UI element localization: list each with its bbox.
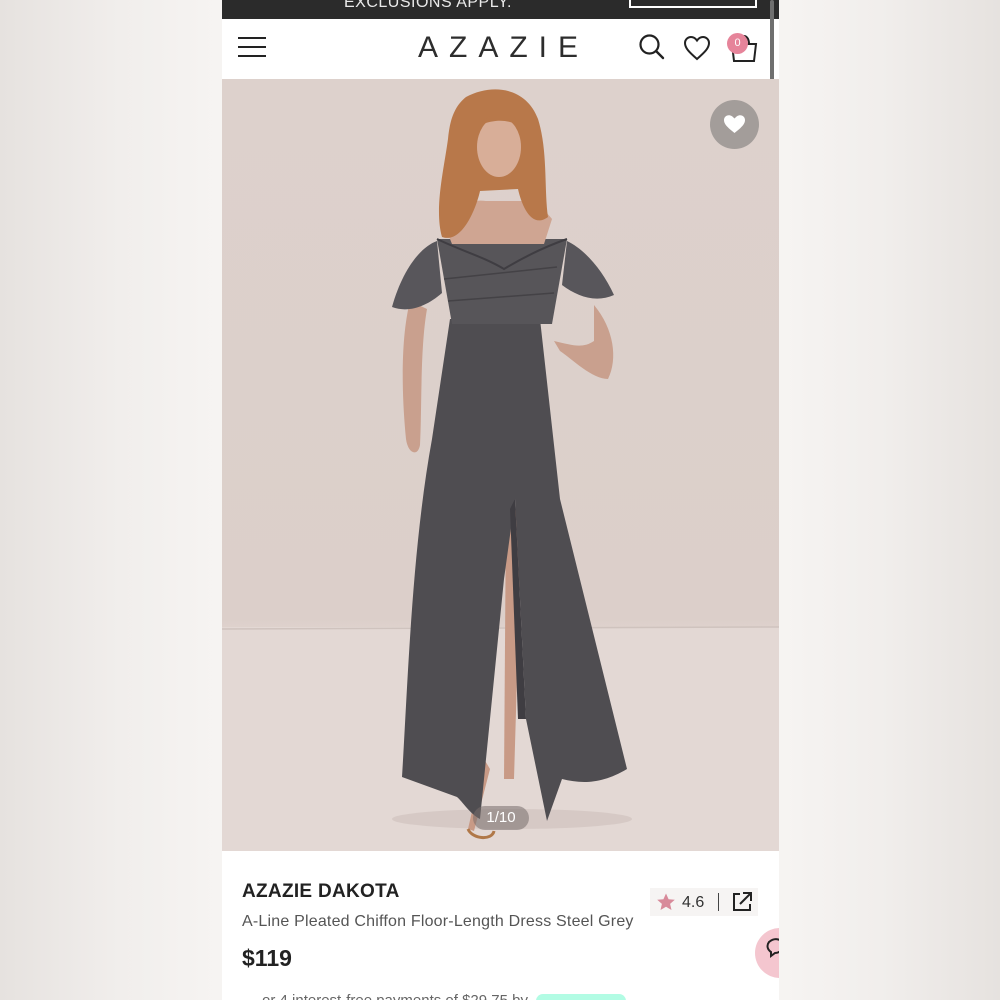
favorite-button[interactable] bbox=[710, 100, 759, 149]
product-name: AZAZIE DAKOTA bbox=[242, 881, 400, 902]
afterpay-info: or 4 interest-free payments of $29.75 by bbox=[262, 992, 627, 1000]
heart-icon bbox=[724, 115, 745, 133]
product-image-gallery[interactable]: 1/10 bbox=[222, 79, 779, 851]
product-photo bbox=[222, 89, 779, 851]
rating-summary[interactable]: 4.6 bbox=[650, 888, 758, 916]
rating-value: 4.6 bbox=[682, 894, 705, 911]
rating-divider bbox=[718, 893, 719, 911]
site-header: AZAZIE 0 bbox=[222, 19, 779, 79]
cart-count-badge: 0 bbox=[727, 33, 748, 54]
product-info: AZAZIE DAKOTA A-Line Pleated Chiffon Flo… bbox=[222, 851, 779, 1000]
product-price: $119 bbox=[242, 945, 292, 971]
promo-banner: EXCLUSIONS APPLY. bbox=[222, 0, 779, 19]
afterpay-text: or 4 interest-free payments of $29.75 by bbox=[262, 992, 528, 1000]
product-description: A-Line Pleated Chiffon Floor-Length Dres… bbox=[242, 913, 634, 930]
chat-button[interactable] bbox=[755, 928, 779, 978]
mobile-page: EXCLUSIONS APPLY. AZAZIE 0 1/10 AZAZIE D… bbox=[222, 0, 779, 1000]
star-icon bbox=[657, 893, 675, 910]
afterpay-logo[interactable] bbox=[536, 994, 627, 1000]
heart-icon[interactable] bbox=[683, 35, 711, 61]
chat-icon bbox=[766, 938, 779, 958]
image-counter: 1/10 bbox=[473, 806, 529, 830]
promo-text: EXCLUSIONS APPLY. bbox=[344, 0, 512, 11]
share-icon[interactable] bbox=[730, 890, 754, 914]
promo-button[interactable] bbox=[629, 0, 757, 8]
search-icon[interactable] bbox=[638, 33, 666, 61]
